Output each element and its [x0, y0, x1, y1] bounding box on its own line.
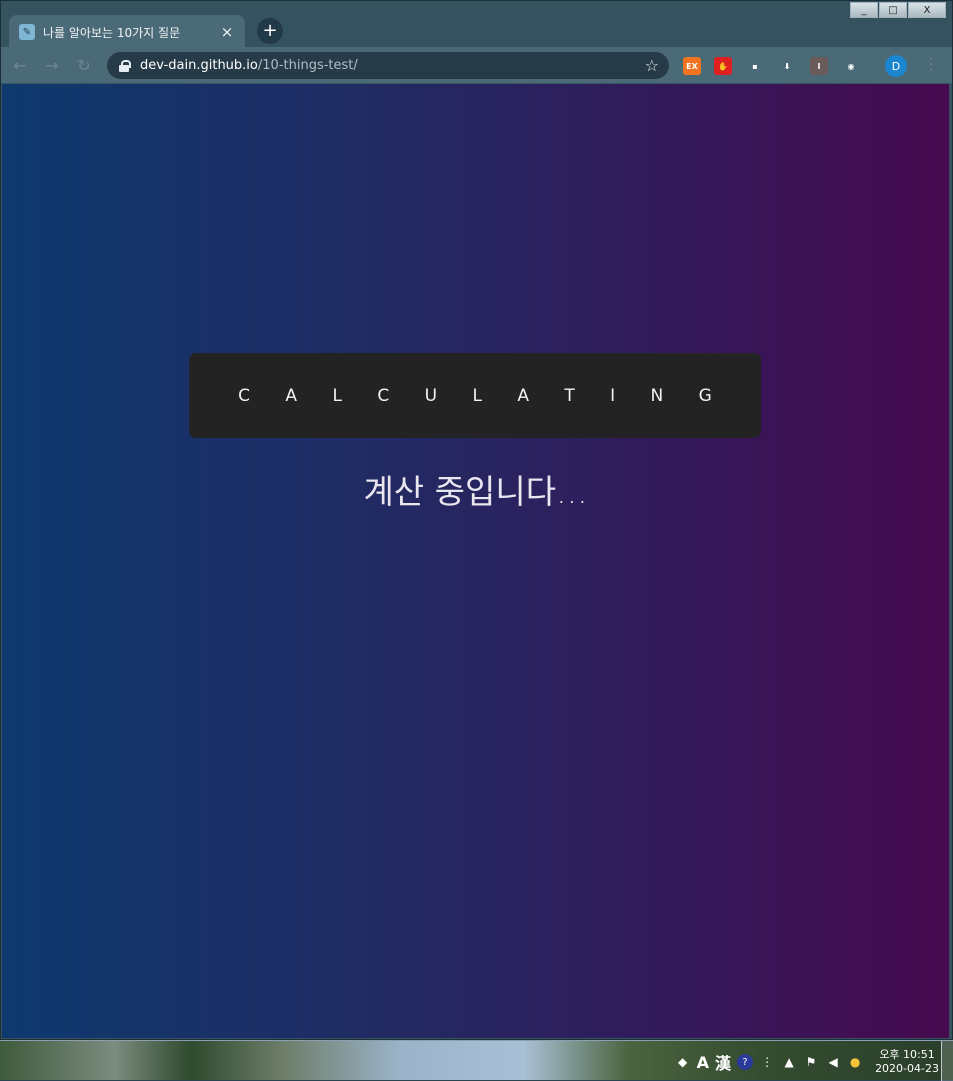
url-path: /10-things-test/ — [257, 58, 358, 73]
i-extension-icon[interactable]: I — [810, 57, 828, 75]
page-viewport: C A L C U L A T I N G 계산 중입니다... — [2, 84, 949, 1038]
ime-options-icon[interactable]: ⋮ — [759, 1054, 775, 1070]
system-tray: ◆ A 漢 ? ⋮ ▲ ⚑ ◀ ● 오후 10:51 2020-04-23 — [675, 1044, 939, 1080]
new-tab-button[interactable]: + — [257, 18, 283, 44]
clock-time: 오후 10:51 — [879, 1048, 935, 1061]
network-shield-icon[interactable]: ◆ — [675, 1054, 691, 1070]
flag-icon[interactable]: ⚑ — [803, 1054, 819, 1070]
calculating-title: C A L C U L A T I N G — [238, 385, 727, 406]
clock[interactable]: 오후 10:51 2020-04-23 — [875, 1048, 939, 1076]
address-bar[interactable]: dev-dain.github.io/10-things-test/ ☆ — [107, 52, 669, 79]
bookmark-star-icon[interactable]: ☆ — [645, 56, 659, 75]
status-message: 계산 중입니다... — [363, 472, 588, 511]
reload-icon[interactable]: ↻ — [73, 54, 95, 76]
back-arrow-icon[interactable]: ← — [9, 54, 31, 76]
forward-arrow-icon[interactable]: → — [41, 54, 63, 76]
tab-title: 나를 알아보는 10가지 질문 — [43, 25, 181, 40]
favicon-icon: ✎ — [19, 24, 35, 40]
calculating-banner: C A L C U L A T I N G — [189, 353, 761, 438]
lock-icon[interactable] — [119, 59, 131, 72]
browser-tab[interactable]: ✎ 나를 알아보는 10가지 질문 × — [9, 15, 245, 49]
show-desktop-button[interactable] — [941, 1041, 953, 1081]
eye-extension-icon[interactable]: ◉ — [842, 57, 860, 75]
ime-mode-a[interactable]: A — [697, 1053, 709, 1072]
profile-avatar[interactable]: D — [885, 55, 907, 77]
volume-icon[interactable]: ◀ — [825, 1054, 841, 1070]
url-text[interactable]: dev-dain.github.io/10-things-test/ — [140, 58, 645, 73]
tab-strip: ✎ 나를 알아보는 10가지 질문 × + — [1, 13, 952, 49]
clock-date: 2020-04-23 — [875, 1062, 939, 1075]
ime-mode-han[interactable]: 漢 — [715, 1050, 731, 1074]
download-extension-icon[interactable]: ⬇ — [778, 57, 796, 75]
weather-icon[interactable]: ● — [847, 1054, 863, 1070]
url-host: dev-dain.github.io — [140, 58, 258, 73]
taskbar: ◆ A 漢 ? ⋮ ▲ ⚑ ◀ ● 오후 10:51 2020-04-23 — [0, 1040, 953, 1081]
browser-toolbar: ← → ↻ dev-dain.github.io/10-things-test/… — [1, 47, 952, 83]
show-hidden-icons[interactable]: ▲ — [781, 1054, 797, 1070]
stop-extension-icon[interactable]: ✋ — [714, 57, 732, 75]
picture-extension-icon[interactable]: ▪ — [746, 57, 764, 75]
tab-close-icon[interactable]: × — [219, 23, 235, 41]
browser-window: _ □ X ✎ 나를 알아보는 10가지 질문 × + ← → ↻ dev-da… — [0, 0, 953, 1040]
help-icon[interactable]: ? — [737, 1054, 754, 1070]
ex-extension-icon[interactable]: EX — [683, 57, 701, 75]
menu-dots-icon[interactable]: · · · — [924, 52, 938, 78]
